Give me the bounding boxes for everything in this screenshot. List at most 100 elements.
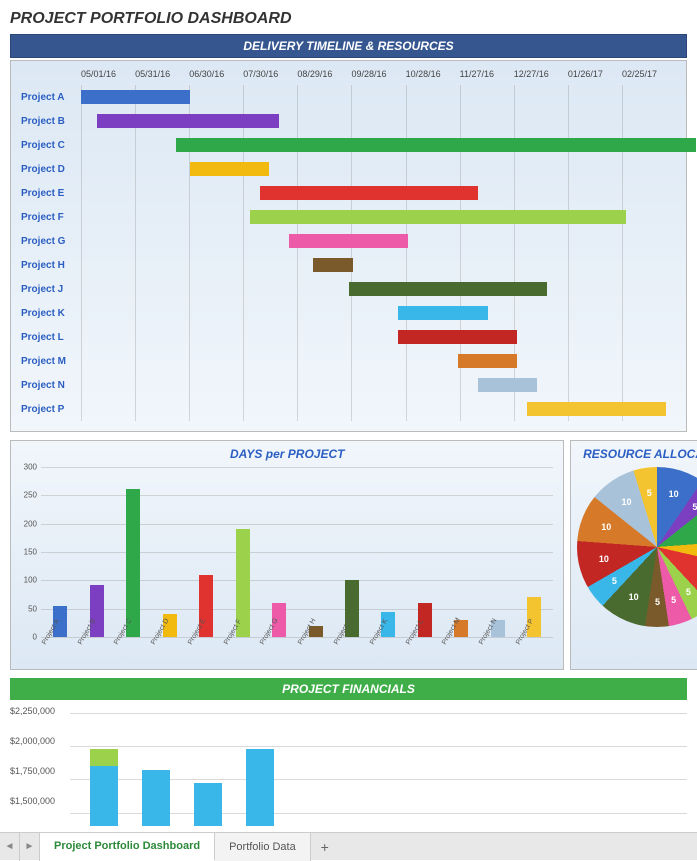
gantt-bar <box>97 114 279 128</box>
days-title: DAYS per PROJECT <box>17 447 557 461</box>
bar-ytick: 300 <box>24 463 37 472</box>
bar-ytick: 200 <box>24 519 37 528</box>
pie-label: 5 <box>612 576 617 586</box>
fin-bar <box>194 783 222 826</box>
gantt-label: Project M <box>21 356 81 367</box>
tab-next-icon[interactable]: ► <box>20 833 40 861</box>
gantt-bar <box>527 402 666 416</box>
gantt-tick: 05/31/16 <box>135 69 189 79</box>
fin-bar-segment <box>90 766 118 826</box>
gantt-row: Project J <box>21 277 676 301</box>
gantt-tick: 11/27/16 <box>460 69 514 79</box>
bar <box>126 489 140 637</box>
dashboard: PROJECT PORTFOLIO DASHBOARD DELIVERY TIM… <box>0 0 697 826</box>
gantt-label: Project G <box>21 236 81 247</box>
gantt-label: Project F <box>21 212 81 223</box>
gantt-row: Project N <box>21 373 676 397</box>
fin-bar-segment <box>90 749 118 766</box>
pie-label: 5 <box>655 597 660 607</box>
gantt-bar <box>458 354 518 368</box>
gantt-bar <box>398 306 487 320</box>
tab-portfolio-data[interactable]: Portfolio Data <box>215 833 311 861</box>
fin-ytick: $1,500,000 <box>10 796 70 826</box>
gantt-tick: 09/28/16 <box>351 69 405 79</box>
fin-ytick: $1,750,000 <box>10 766 70 796</box>
fin-bar-segment <box>142 770 170 826</box>
gantt-label: Project C <box>21 140 81 151</box>
gantt-row: Project G <box>21 229 676 253</box>
gantt-bar <box>478 378 538 392</box>
financials-section: PROJECT FINANCIALS $2,250,000$2,000,000$… <box>10 678 687 826</box>
pie-label: 10 <box>629 592 639 602</box>
gantt-bar <box>349 282 547 296</box>
fin-bar-segment <box>246 749 274 826</box>
gantt-label: Project B <box>21 116 81 127</box>
fin-bar <box>246 749 274 826</box>
timeline-header: DELIVERY TIMELINE & RESOURCES <box>10 34 687 58</box>
gantt-label: Project H <box>21 260 81 271</box>
gantt-row: Project H <box>21 253 676 277</box>
gantt-row: Project E <box>21 181 676 205</box>
gantt-label: Project E <box>21 188 81 199</box>
bar-ytick: 250 <box>24 491 37 500</box>
gantt-label: Project N <box>21 380 81 391</box>
fin-bar-segment <box>194 783 222 826</box>
bar-ytick: 50 <box>28 604 37 613</box>
gantt-label: Project P <box>21 404 81 415</box>
pie-label: 10 <box>601 522 611 532</box>
sheet-tabs: ◄ ► Project Portfolio Dashboard Portfoli… <box>0 832 697 860</box>
gantt-bar <box>260 186 478 200</box>
fin-bar <box>90 749 118 826</box>
gantt-bar <box>176 138 696 152</box>
tab-prev-icon[interactable]: ◄ <box>0 833 20 861</box>
fin-ytick: $2,000,000 <box>10 736 70 766</box>
gantt-bar <box>190 162 269 176</box>
gantt-tick: 01/26/17 <box>568 69 622 79</box>
pie-label: 10 <box>599 554 609 564</box>
pie-label: 10 <box>669 489 679 499</box>
financials-header: PROJECT FINANCIALS <box>10 678 687 700</box>
gantt-label: Project K <box>21 308 81 319</box>
pie-label: 5 <box>647 488 652 498</box>
fin-bar <box>142 770 170 826</box>
bar-ytick: 150 <box>24 548 37 557</box>
gantt-bar <box>250 210 627 224</box>
gantt-chart: 05/01/1605/31/1606/30/1607/30/1608/29/16… <box>10 60 687 432</box>
gantt-tick: 10/28/16 <box>406 69 460 79</box>
gantt-tick: 07/30/16 <box>243 69 297 79</box>
gantt-row: Project D <box>21 157 676 181</box>
gantt-bar <box>289 234 408 248</box>
gantt-label: Project A <box>21 92 81 103</box>
pie-label: 5 <box>692 502 697 512</box>
gantt-row: Project F <box>21 205 676 229</box>
tab-dashboard[interactable]: Project Portfolio Dashboard <box>40 833 215 861</box>
alloc-title: RESOURCE ALLOCATION <box>577 447 697 461</box>
gantt-row: Project L <box>21 325 676 349</box>
gantt-bar <box>313 258 353 272</box>
gantt-bar <box>81 90 190 104</box>
gantt-tick: 08/29/16 <box>297 69 351 79</box>
bar-ytick: 0 <box>33 633 37 642</box>
fin-ytick: $2,250,000 <box>10 706 70 736</box>
bar-ytick: 100 <box>24 576 37 585</box>
page-title: PROJECT PORTFOLIO DASHBOARD <box>10 10 687 28</box>
gantt-row: Project B <box>21 109 676 133</box>
gantt-bar <box>398 330 517 344</box>
gantt-row: Project P <box>21 397 676 421</box>
pie-label: 5 <box>671 595 676 605</box>
pie-label: 5 <box>686 587 691 597</box>
resource-allocation-chart: RESOURCE ALLOCATION 10510510555105101010… <box>570 440 697 670</box>
gantt-row: Project A <box>21 85 676 109</box>
gantt-label: Project D <box>21 164 81 175</box>
gantt-tick: 02/25/17 <box>622 69 676 79</box>
gantt-tick: 06/30/16 <box>189 69 243 79</box>
gantt-label: Project J <box>21 284 81 295</box>
pie-label: 10 <box>621 497 631 507</box>
gantt-row: Project C <box>21 133 676 157</box>
tab-add-icon[interactable]: + <box>311 839 339 855</box>
gantt-tick: 12/27/16 <box>514 69 568 79</box>
gantt-label: Project L <box>21 332 81 343</box>
financials-chart <box>70 706 687 826</box>
days-per-project-chart: DAYS per PROJECT 050100150200250300 Proj… <box>10 440 564 670</box>
gantt-row: Project K <box>21 301 676 325</box>
